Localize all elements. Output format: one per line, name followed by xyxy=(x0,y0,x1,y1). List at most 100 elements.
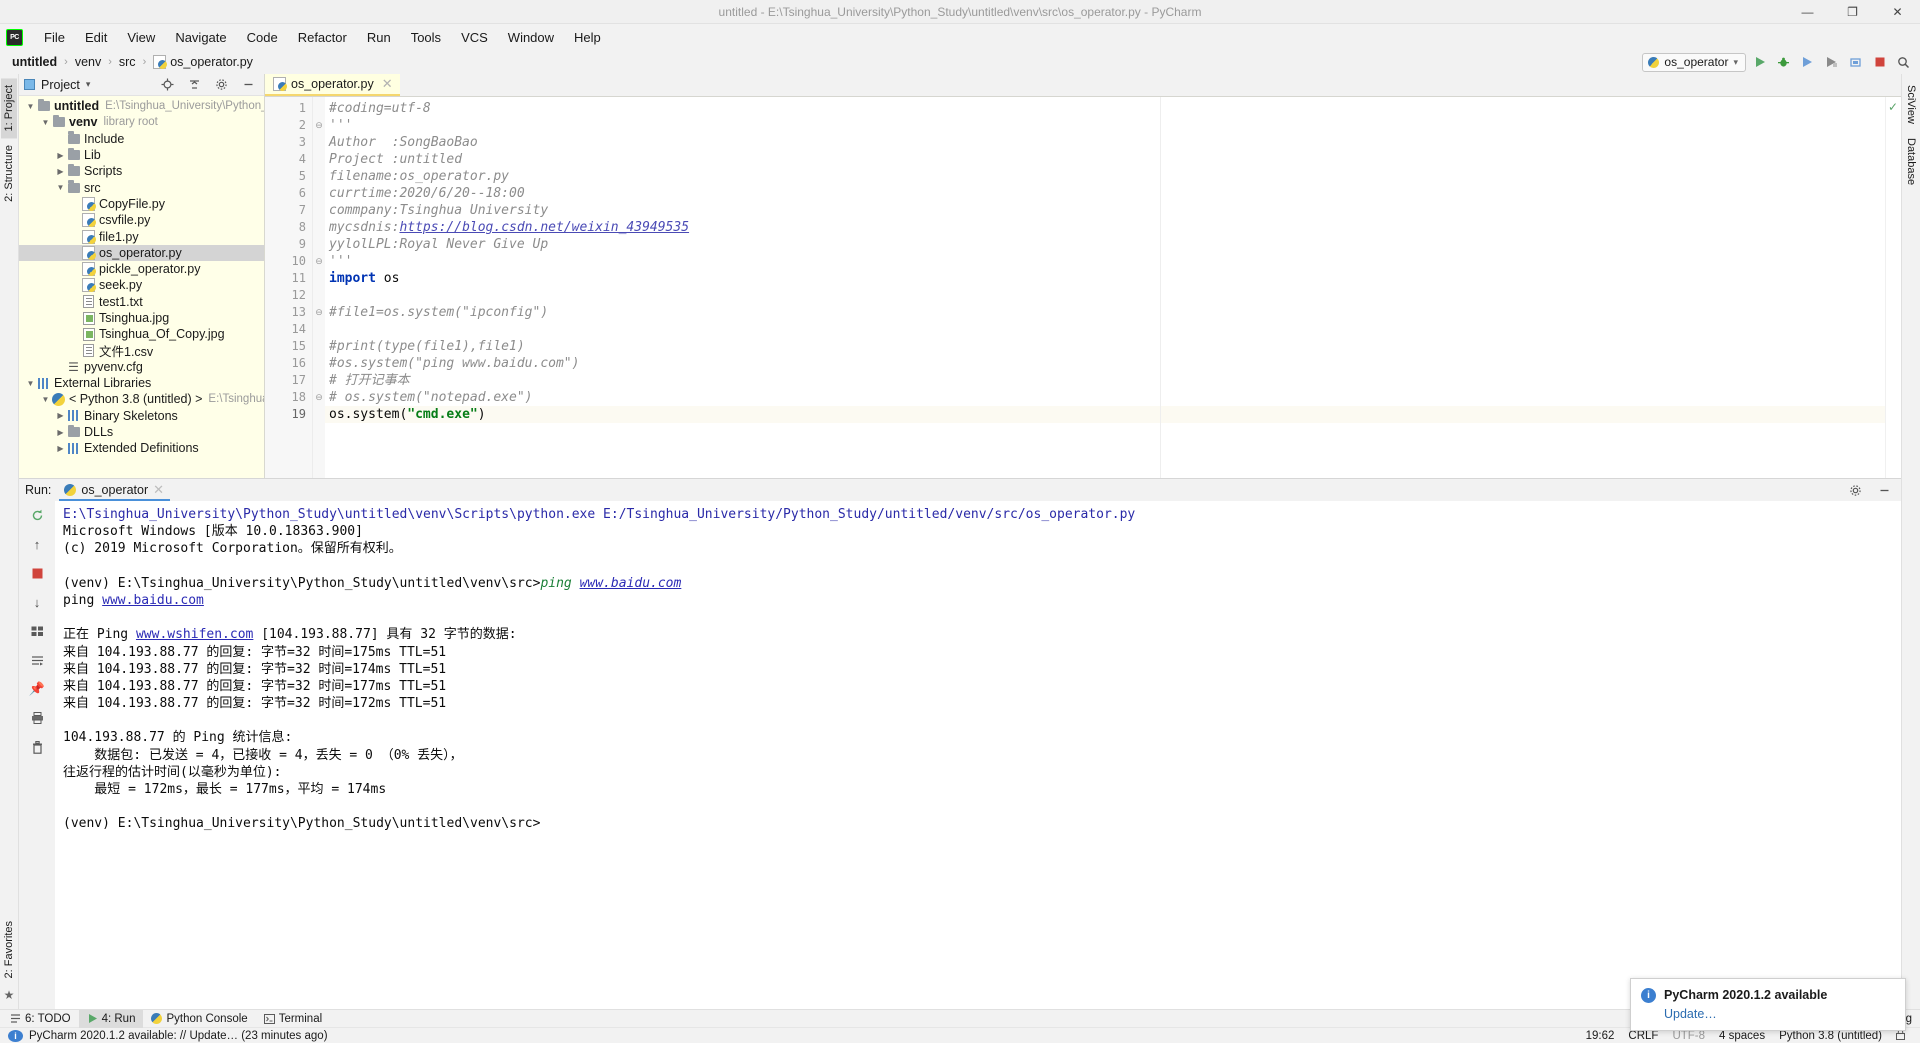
code-line[interactable]: # os.system("notepad.exe") xyxy=(325,389,1901,406)
close-icon[interactable]: ✕ xyxy=(153,482,164,498)
menu-help[interactable]: Help xyxy=(565,27,610,48)
code-link[interactable]: https://blog.csdn.net/weixin_43949535 xyxy=(399,220,689,235)
code-line[interactable]: # 打开记事本 xyxy=(325,372,1901,389)
tree-node[interactable]: ▶ Binary Skeletons xyxy=(19,408,264,424)
menu-edit[interactable]: Edit xyxy=(76,27,116,48)
tree-expand-arrow[interactable]: ▼ xyxy=(40,118,51,127)
code-line[interactable]: #print(type(file1),file1) xyxy=(325,338,1901,355)
code-line[interactable]: os.system("cmd.exe") xyxy=(325,406,1901,423)
tree-node[interactable]: ▼ External Libraries xyxy=(19,375,264,391)
caret-position[interactable]: 19:62 xyxy=(1579,1030,1622,1042)
tree-expand-arrow[interactable]: ▼ xyxy=(40,395,51,404)
menu-file[interactable]: File xyxy=(35,27,74,48)
tree-node[interactable]: Tsinghua_Of_Copy.jpg xyxy=(19,326,264,342)
tree-node[interactable]: ▼ venv library root xyxy=(19,114,264,130)
hide-panel-icon[interactable] xyxy=(1874,480,1895,500)
indent-setting[interactable]: 4 spaces xyxy=(1712,1030,1772,1042)
bottom-tab-python-console[interactable]: Python Console xyxy=(143,1010,255,1028)
sidebar-item-database[interactable]: Database xyxy=(1903,131,1919,192)
code-editor[interactable]: 1 2 3 4 5 6 7 8 9 10 11 12 13 14 15 16 17 18 19 ⊖ ⊖ ⊖ ⊖ #codi… xyxy=(265,97,1901,478)
collapse-all-icon[interactable] xyxy=(184,75,205,95)
tree-node[interactable]: test1.txt xyxy=(19,294,264,310)
project-tree[interactable]: ▼untitledE:\Tsinghua_University\Python_S… xyxy=(19,96,264,478)
breadcrumb-untitled[interactable]: untitled xyxy=(8,54,61,70)
menu-window[interactable]: Window xyxy=(499,27,563,48)
stop-button[interactable] xyxy=(1869,52,1890,72)
breadcrumb-venv[interactable]: venv xyxy=(71,54,105,70)
fold-toggle-icon[interactable]: ⊖ xyxy=(313,304,325,321)
tree-node[interactable]: ▶ Lib xyxy=(19,147,264,163)
code-line[interactable]: commpany:Tsinghua University xyxy=(325,202,1901,219)
code-line[interactable]: #coding=utf-8 xyxy=(325,100,1901,117)
run-coverage-button[interactable] xyxy=(1797,52,1818,72)
minimize-button[interactable]: — xyxy=(1785,0,1830,23)
sidebar-item-structure[interactable]: 2: Structure xyxy=(1,138,17,209)
scroll-down-icon[interactable]: ↓ xyxy=(26,592,48,612)
profile-button[interactable] xyxy=(1821,52,1842,72)
menu-vcs[interactable]: VCS xyxy=(452,27,497,48)
tree-node[interactable]: ▼ untitled E:\Tsinghua_University\Python_S… xyxy=(19,98,264,114)
console-link[interactable]: www.wshifen.com xyxy=(136,627,253,642)
gear-icon[interactable] xyxy=(1845,480,1866,500)
status-message[interactable]: PyCharm 2020.1.2 available: // Update… (… xyxy=(29,1030,328,1042)
fold-toggle-icon[interactable]: ⊖ xyxy=(313,253,325,270)
inspection-ok-icon[interactable]: ✓ xyxy=(1888,100,1898,114)
code-line[interactable]: yylolLPL:Royal Never Give Up xyxy=(325,236,1901,253)
fold-toggle-icon[interactable]: ⊖ xyxy=(313,117,325,134)
breadcrumb-file[interactable]: os_operator.py xyxy=(149,54,257,70)
menu-navigate[interactable]: Navigate xyxy=(166,27,235,48)
tree-expand-arrow[interactable]: ▶ xyxy=(55,411,66,420)
menu-code[interactable]: Code xyxy=(238,27,287,48)
stop-icon[interactable] xyxy=(26,563,48,583)
notification-popup[interactable]: i PyCharm 2020.1.2 available Update… xyxy=(1630,978,1906,1031)
scroll-up-icon[interactable]: ↑ xyxy=(26,534,48,554)
print-grid-icon[interactable] xyxy=(26,621,48,641)
code-line[interactable]: ''' xyxy=(325,253,1901,270)
sidebar-item-sciview[interactable]: SciView xyxy=(1903,78,1919,131)
attach-debugger-button[interactable] xyxy=(1845,52,1866,72)
console-link[interactable]: www.baidu.com xyxy=(102,593,204,608)
rerun-icon[interactable] xyxy=(26,505,48,525)
bottom-tab-todo[interactable]: 6: TODO xyxy=(2,1010,79,1028)
tree-node[interactable]: 文件1.csv xyxy=(19,342,264,359)
bottom-tab-terminal[interactable]: Terminal xyxy=(256,1010,330,1028)
close-icon[interactable]: ✕ xyxy=(382,76,393,92)
console-link[interactable]: www.baidu.com xyxy=(580,576,682,591)
maximize-button[interactable]: ❐ xyxy=(1830,0,1875,23)
menu-view[interactable]: View xyxy=(118,27,164,48)
tree-node[interactable]: CopyFile.py xyxy=(19,196,264,212)
tree-expand-arrow[interactable]: ▶ xyxy=(55,167,66,176)
code-line[interactable] xyxy=(325,287,1901,304)
soft-wrap-icon[interactable] xyxy=(26,650,48,670)
tree-node[interactable]: csvfile.py xyxy=(19,212,264,228)
tree-node[interactable]: Tsinghua.jpg xyxy=(19,310,264,326)
run-tab-os-operator[interactable]: os_operator ✕ xyxy=(59,480,171,501)
tree-expand-arrow[interactable]: ▶ xyxy=(55,428,66,437)
debug-button[interactable] xyxy=(1773,52,1794,72)
close-button[interactable]: ✕ xyxy=(1875,0,1920,23)
tree-expand-arrow[interactable]: ▼ xyxy=(25,102,36,111)
code-line[interactable]: filename:os_operator.py xyxy=(325,168,1901,185)
editor-tab-os-operator[interactable]: os_operator.py ✕ xyxy=(265,73,400,96)
line-separator[interactable]: CRLF xyxy=(1621,1030,1665,1042)
menu-refactor[interactable]: Refactor xyxy=(289,27,356,48)
locate-file-icon[interactable] xyxy=(157,75,178,95)
editor-marker-bar[interactable]: ✓ xyxy=(1885,97,1901,478)
code-line[interactable]: import os xyxy=(325,270,1901,287)
tree-node[interactable]: ☰ pyvenv.cfg xyxy=(19,359,264,375)
tree-node[interactable]: Include xyxy=(19,131,264,147)
tree-node[interactable]: os_operator.py xyxy=(19,244,264,261)
print-icon[interactable] xyxy=(26,708,48,728)
fold-toggle-icon[interactable]: ⊖ xyxy=(313,389,325,406)
sidebar-item-favorites[interactable]: 2: Favorites xyxy=(1,914,17,985)
tree-node[interactable]: seek.py xyxy=(19,277,264,293)
code-line[interactable]: #file1=os.system("ipconfig") xyxy=(325,304,1901,321)
code-line[interactable]: ''' xyxy=(325,117,1901,134)
tree-expand-arrow[interactable]: ▼ xyxy=(25,379,36,388)
code-content[interactable]: #coding=utf-8 ''' Author :SongBaoBao Projec… xyxy=(325,97,1901,478)
code-line[interactable]: currtime:2020/6/20--18:00 xyxy=(325,185,1901,202)
code-line[interactable]: #os.system("ping www.baidu.com") xyxy=(325,355,1901,372)
code-line[interactable]: mycsdnis:https://blog.csdn.net/weixin_43… xyxy=(325,219,1901,236)
notification-update-link[interactable]: Update… xyxy=(1664,1007,1895,1021)
python-interpreter[interactable]: Python 3.8 (untitled) xyxy=(1772,1030,1889,1042)
